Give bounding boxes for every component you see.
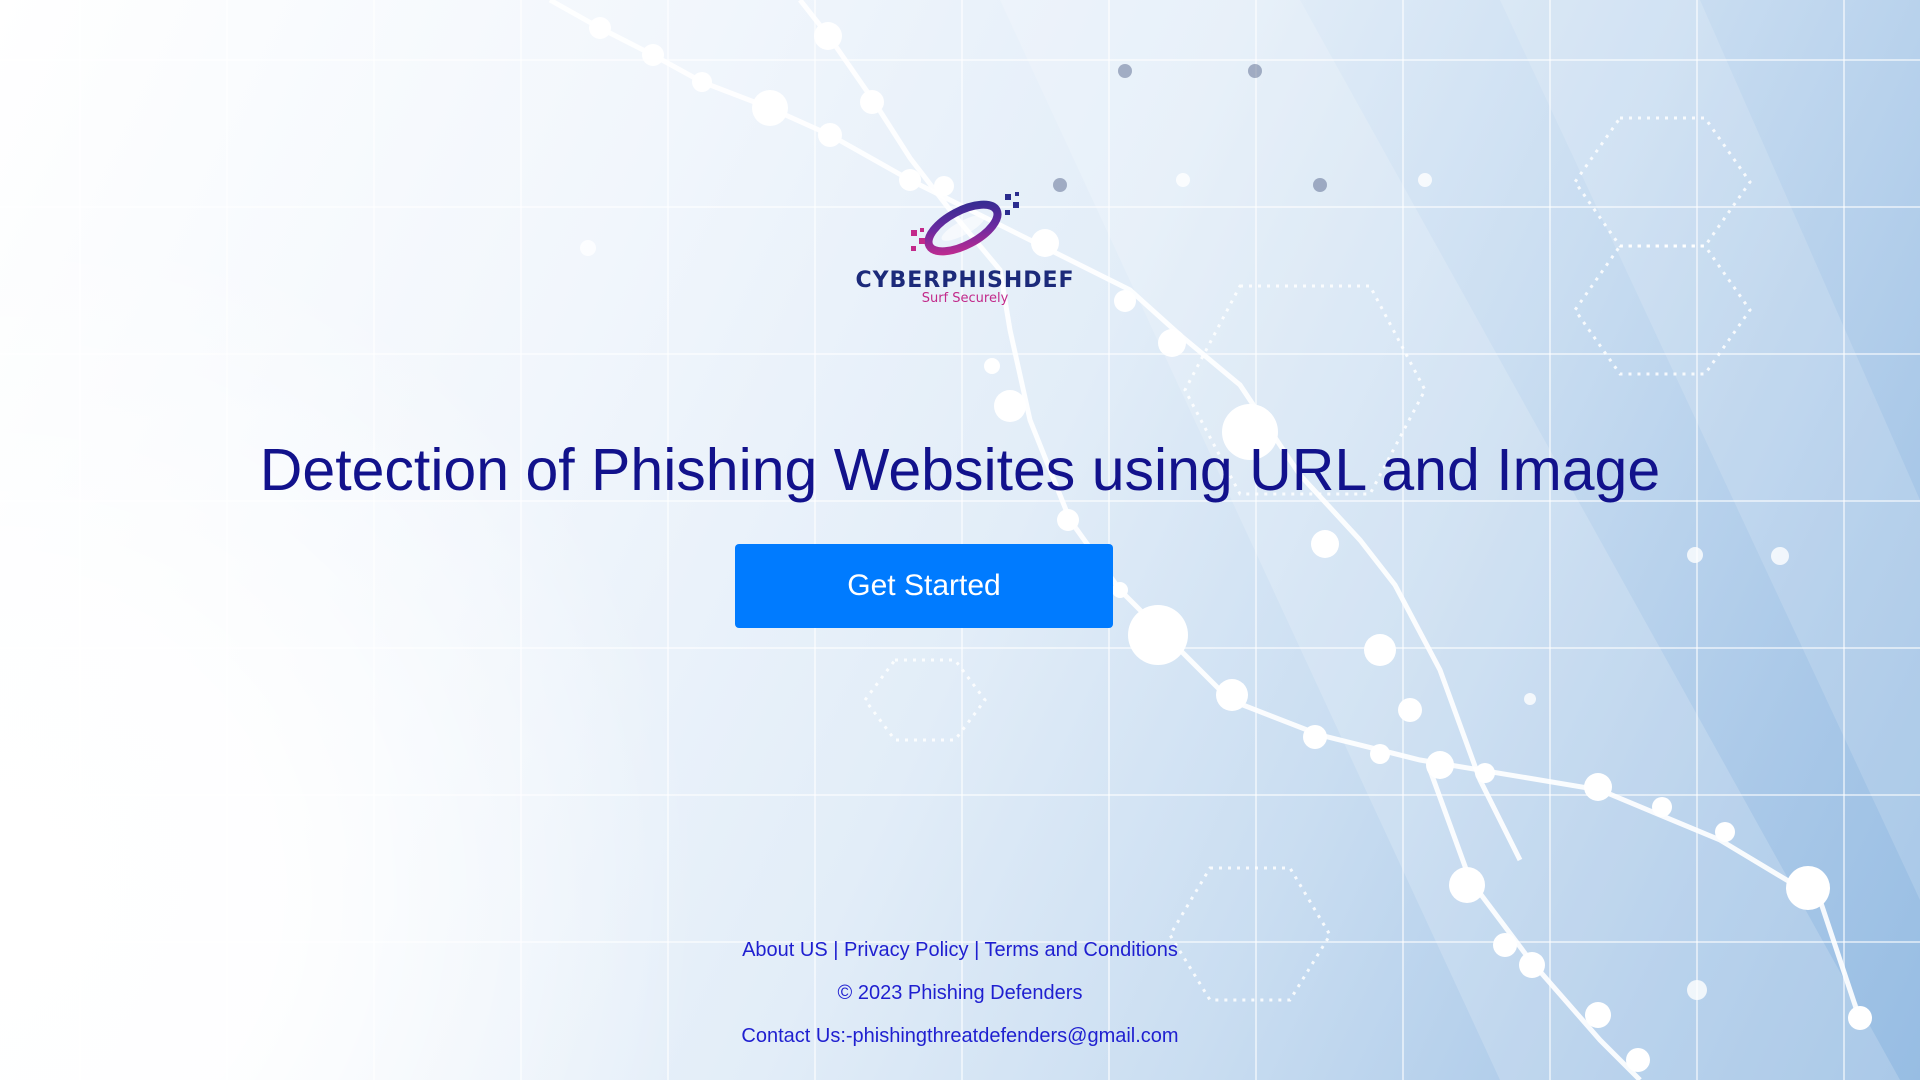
contact-text: Contact Us:-phishingthreatdefenders@gmai…: [741, 1025, 1179, 1047]
privacy-policy-link[interactable]: Privacy Policy: [844, 939, 968, 961]
eye-swoosh-logo-icon: [911, 192, 1019, 256]
brand-tagline: Surf Securely: [921, 291, 1009, 306]
footer-separator: |: [833, 939, 839, 961]
brand-logo[interactable]: CYBERPHISHDEF Surf Securely: [845, 190, 1085, 315]
about-us-link[interactable]: About US: [742, 939, 828, 961]
footer-separator: |: [974, 939, 980, 961]
get-started-button[interactable]: Get Started: [735, 544, 1113, 628]
landing-page: CYBERPHISHDEF Surf Securely Detection of…: [0, 0, 1920, 1080]
page-title: Detection of Phishing Websites using URL…: [259, 437, 1661, 503]
footer-links: About US | Privacy Policy | Terms and Co…: [0, 930, 1920, 973]
terms-and-conditions-link[interactable]: Terms and Conditions: [984, 939, 1177, 961]
copyright-text: © 2023 Phishing Defenders: [837, 982, 1083, 1004]
brand-name: CYBERPHISHDEF: [855, 268, 1075, 293]
network-background-graphic: [0, 0, 1920, 1080]
footer: About US | Privacy Policy | Terms and Co…: [0, 930, 1920, 1059]
